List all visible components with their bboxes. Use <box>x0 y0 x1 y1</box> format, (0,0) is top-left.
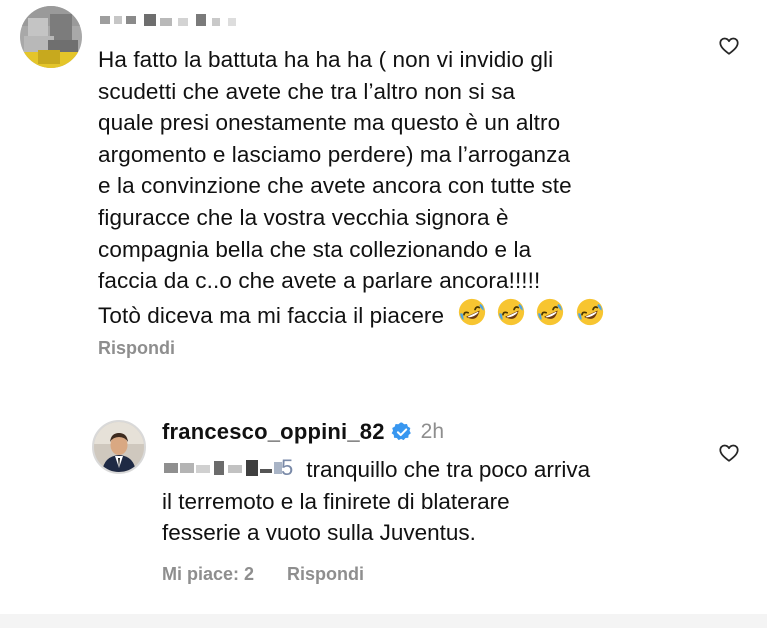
reply-text: 5 tranquillo che tra poco arriva il terr… <box>162 454 722 549</box>
comment-line: figuracce che la vostra vecchia signora … <box>98 204 509 230</box>
reply-line: il terremoto e la finirete di blaterare <box>162 488 510 514</box>
comment-line: e la convinzione che avete ancora con tu… <box>98 173 572 199</box>
comment-line: quale presi onestamente ma questo è un a… <box>98 110 561 136</box>
reply-button[interactable]: Rispondi <box>287 564 364 585</box>
blurred-mention[interactable]: 5 <box>162 455 294 480</box>
emoji-group <box>457 297 608 336</box>
reply-line: fesserie a vuoto sulla Juventus. <box>162 520 476 546</box>
reply-button[interactable]: Rispondi <box>98 338 175 359</box>
comment-2-reply: francesco_oppini_82 2h 5 tranquillo che … <box>0 390 767 628</box>
bottom-divider <box>0 614 767 628</box>
comment-line: argomento e lasciamo perdere) ma l’arrog… <box>98 141 571 167</box>
blurred-avatar[interactable] <box>20 6 82 68</box>
comment-line: scudetti che avete che tra l’altro non s… <box>98 78 516 104</box>
comment-1: Ha fatto la battuta ha ha ha ( non vi in… <box>0 0 767 390</box>
avatar-photo <box>94 422 144 472</box>
reply-header: francesco_oppini_82 2h <box>162 418 444 446</box>
laughing-emoji-icon <box>576 298 603 325</box>
comment-line: compagnia bella che sta collezionando e … <box>98 236 532 262</box>
blurred-username[interactable] <box>100 10 240 30</box>
comment-line: faccia da c..o che avete a parlare ancor… <box>98 268 541 294</box>
mention-tail: 5 <box>281 455 294 480</box>
laughing-emoji-icon <box>458 298 485 325</box>
reply-actions: Mi piace: 2 Rispondi <box>162 564 364 585</box>
timestamp: 2h <box>420 420 445 443</box>
likes-count-button[interactable]: Mi piace: 2 <box>162 564 254 585</box>
avatar[interactable] <box>92 420 146 474</box>
reply-first-line: 5 tranquillo che tra poco arriva <box>162 454 722 486</box>
laughing-emoji-icon <box>497 298 524 325</box>
comment-1-text: Ha fatto la battuta ha ha ha ( non vi in… <box>98 44 698 328</box>
comment-line: Totò diceva ma mi faccia il piacere <box>98 302 445 328</box>
username-link[interactable]: francesco_oppini_82 <box>162 419 385 445</box>
comment-last-line: Totò diceva ma mi faccia il piacere <box>98 297 698 329</box>
verified-badge-icon <box>391 422 411 441</box>
reply-line: tranquillo che tra poco arriva <box>300 457 591 482</box>
comment-line: Ha fatto la battuta ha ha ha ( non vi in… <box>98 47 554 72</box>
laughing-emoji-icon <box>537 298 564 325</box>
heart-icon[interactable] <box>718 35 740 57</box>
